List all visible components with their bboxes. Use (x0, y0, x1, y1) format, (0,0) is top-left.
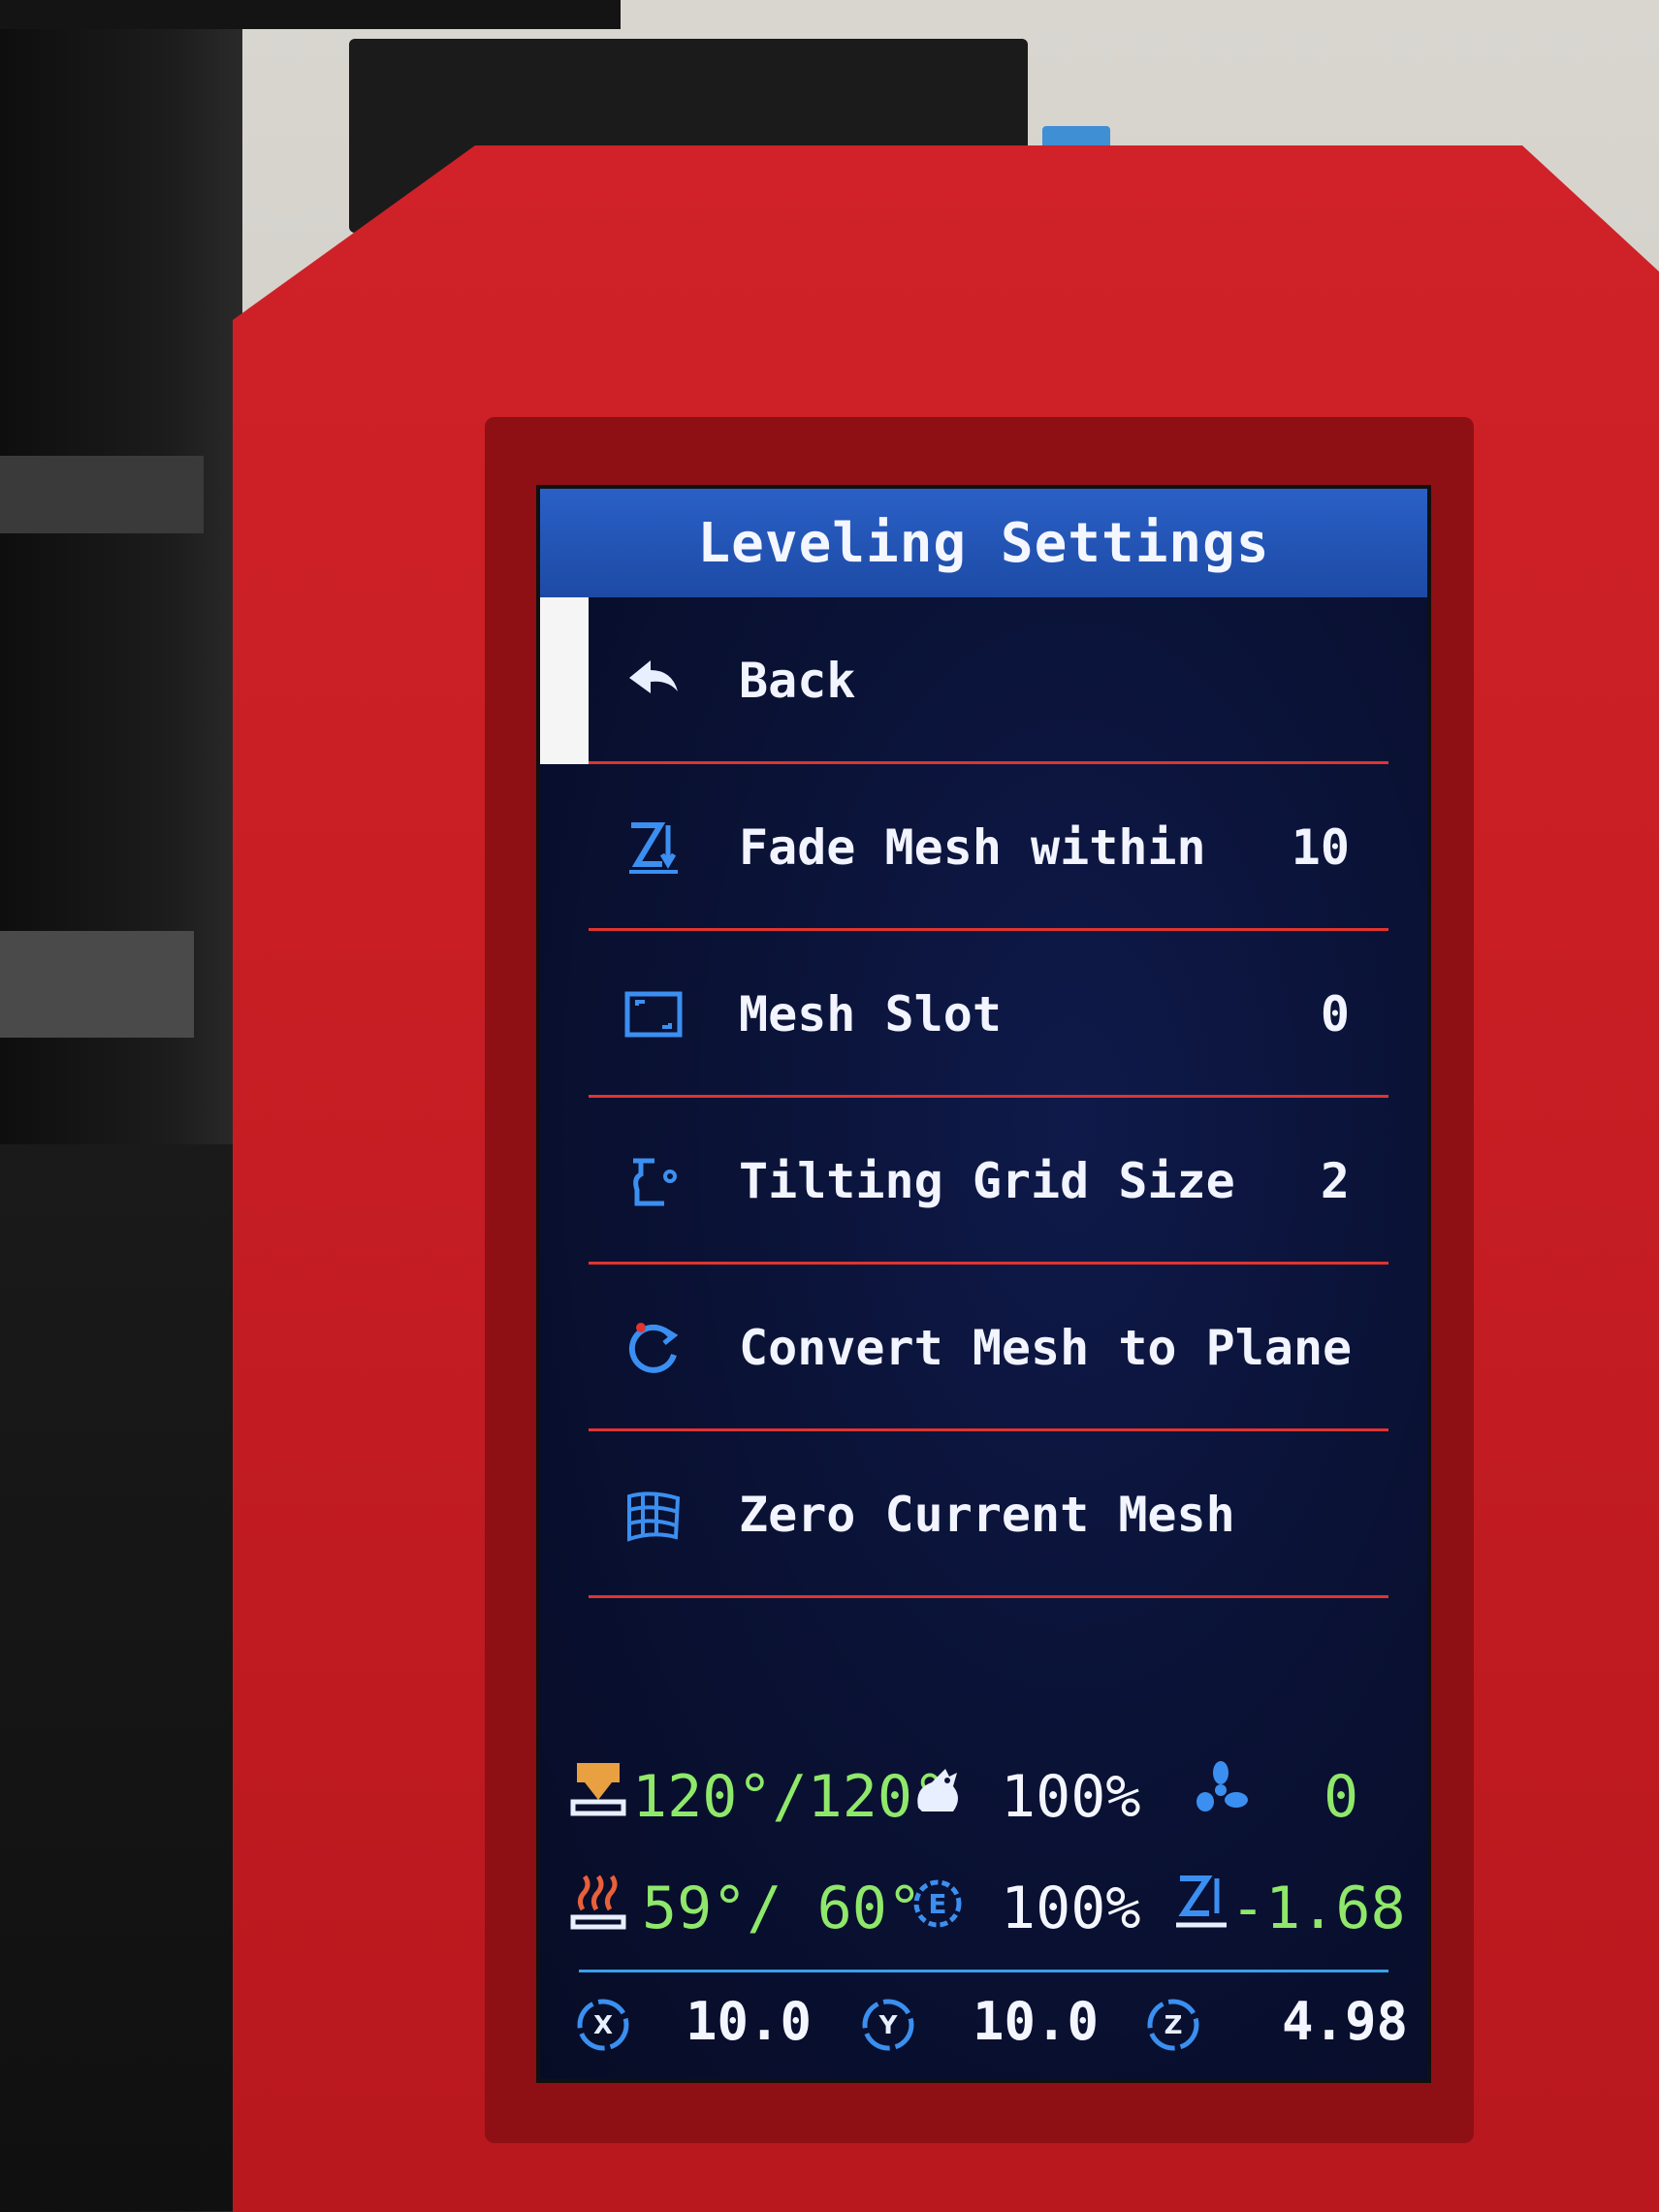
mesh-slot-icon (620, 980, 687, 1048)
page-title: Leveling Settings (697, 511, 1270, 575)
lcd-screen: Leveling Settings Back Fade Mesh within … (536, 485, 1431, 2083)
hotend-temperature: 120°/120° (632, 1763, 948, 1831)
menu-item-back[interactable]: Back (540, 597, 1427, 764)
x-position-value: 10.0 (686, 1991, 813, 2052)
svg-text:Z: Z (1164, 2011, 1183, 2040)
bed-heat-icon (569, 1871, 627, 1933)
mesh-grid-icon (620, 1481, 687, 1549)
status-panel: 120°/120° 100% 0 59°/ 60° E 100% -1.68 (540, 1740, 1427, 1963)
feedrate-value: 100% (1001, 1763, 1141, 1831)
z-offset-value: -1.68 (1230, 1875, 1406, 1942)
tilting-grid-icon (620, 1147, 687, 1215)
menu-item-fade-mesh[interactable]: Fade Mesh within 10 (540, 764, 1427, 931)
menu-item-zero-mesh[interactable]: Zero Current Mesh (540, 1431, 1427, 1598)
menu-item-label: Zero Current Mesh (739, 1487, 1235, 1543)
menu-item-label: Tilting Grid Size (739, 1153, 1235, 1209)
menu-item-label: Fade Mesh within (739, 819, 1206, 876)
background-rail (0, 456, 204, 533)
y-position-value: 10.0 (973, 1991, 1100, 2052)
fade-mesh-value: 10 (1291, 819, 1350, 876)
z-position-value: 4.98 (1282, 1991, 1409, 2052)
z-fade-icon (620, 814, 687, 882)
background-frame-top (0, 0, 621, 29)
fan-speed-value: 0 (1324, 1763, 1359, 1831)
status-row-top: 120°/120° 100% 0 (540, 1740, 1427, 1851)
status-row-bottom: 59°/ 60° E 100% -1.68 (540, 1851, 1427, 1963)
back-arrow-icon (620, 647, 687, 715)
background-rail-lower (0, 931, 194, 1038)
flow-value: 100% (1001, 1875, 1141, 1942)
background-base (0, 1144, 233, 2211)
menu-item-label: Back (739, 653, 856, 709)
convert-cycle-icon (620, 1314, 687, 1382)
menu-item-tilting-grid[interactable]: Tilting Grid Size 2 (540, 1098, 1427, 1265)
selection-indicator (540, 597, 589, 764)
svg-text:E: E (928, 1888, 946, 1920)
x-axis-icon: X (575, 1997, 631, 2053)
z-offset-icon (1172, 1871, 1230, 1933)
menu-item-label: Mesh Slot (739, 986, 1002, 1042)
hotend-icon (569, 1759, 627, 1821)
bed-temperature: 59°/ 60° (642, 1875, 922, 1942)
flow-icon: E (909, 1873, 967, 1935)
row-divider (589, 1595, 1388, 1598)
svg-text:Y: Y (878, 2011, 899, 2040)
menu-item-mesh-slot[interactable]: Mesh Slot 0 (540, 931, 1427, 1098)
settings-menu: Back Fade Mesh within 10 Mesh Slot 0 Til… (540, 597, 1427, 1598)
status-divider (579, 1970, 1388, 1972)
z-axis-icon: Z (1145, 1997, 1201, 2053)
feedrate-icon (909, 1759, 967, 1821)
fan-icon (1192, 1759, 1250, 1821)
y-axis-icon: Y (860, 1997, 916, 2053)
svg-text:X: X (593, 2011, 613, 2040)
menu-item-label: Convert Mesh to Plane (739, 1320, 1353, 1376)
title-bar: Leveling Settings (540, 489, 1427, 597)
mesh-slot-value: 0 (1320, 986, 1350, 1042)
tilting-grid-value: 2 (1320, 1153, 1350, 1209)
axis-position-bar: X 10.0 Y 10.0 Z 4.98 (540, 1987, 1427, 2065)
menu-item-convert-mesh[interactable]: Convert Mesh to Plane (540, 1265, 1427, 1431)
